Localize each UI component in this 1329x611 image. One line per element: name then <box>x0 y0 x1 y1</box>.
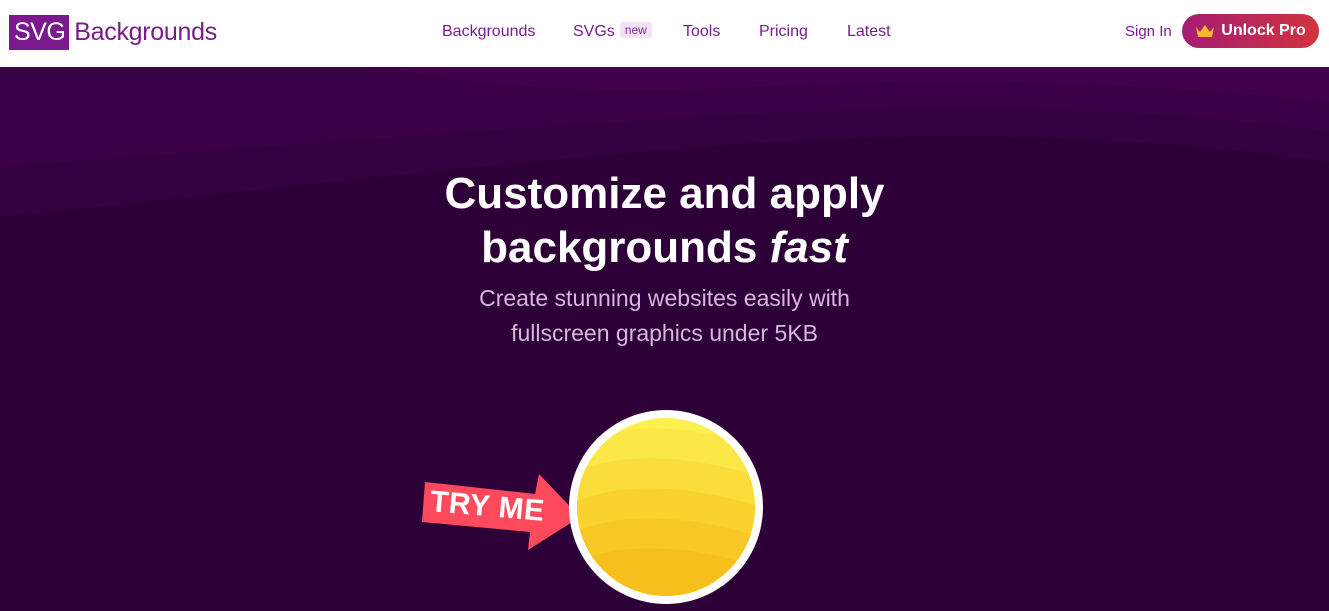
hero-section: Customize and apply backgrounds fast Cre… <box>0 67 1329 611</box>
hero-subtitle-line2: fullscreen graphics under 5KB <box>511 320 818 346</box>
nav-item-latest[interactable]: Latest <box>847 20 891 44</box>
site-logo[interactable]: SVG Backgrounds <box>9 14 217 50</box>
logo-box-text: SVG <box>9 14 70 50</box>
nav-item-backgrounds[interactable]: Backgrounds <box>442 20 535 44</box>
unlock-pro-label: Unlock Pro <box>1221 22 1306 39</box>
top-header: SVG Backgrounds Backgrounds SVGs new Tool… <box>0 0 1329 67</box>
nav-item-tools[interactable]: Tools <box>683 20 720 44</box>
nav-item-svgs-label: SVGs <box>573 23 615 40</box>
nav-item-pricing[interactable]: Pricing <box>759 20 808 44</box>
logo-text: Backgrounds <box>74 17 217 46</box>
hero-subtitle: Create stunning websites easily with ful… <box>0 281 1329 351</box>
crown-icon <box>1196 25 1215 37</box>
hero-subtitle-line1: Create stunning websites easily with <box>479 285 850 311</box>
hero-title: Customize and apply backgrounds fast <box>0 167 1329 275</box>
sign-in-link[interactable]: Sign In <box>1125 20 1172 44</box>
unlock-pro-button[interactable]: Unlock Pro <box>1182 14 1319 48</box>
hero-title-line2: backgrounds fast <box>0 221 1329 275</box>
hero-title-plain-part: backgrounds <box>481 223 770 272</box>
yellow-sphere-demo-button[interactable] <box>568 409 764 605</box>
hero-title-emphasis: fast <box>769 223 848 272</box>
nav-item-svgs[interactable]: SVGs new <box>573 20 652 44</box>
new-badge: new <box>619 22 652 38</box>
hero-title-line1: Customize and apply <box>444 169 885 218</box>
